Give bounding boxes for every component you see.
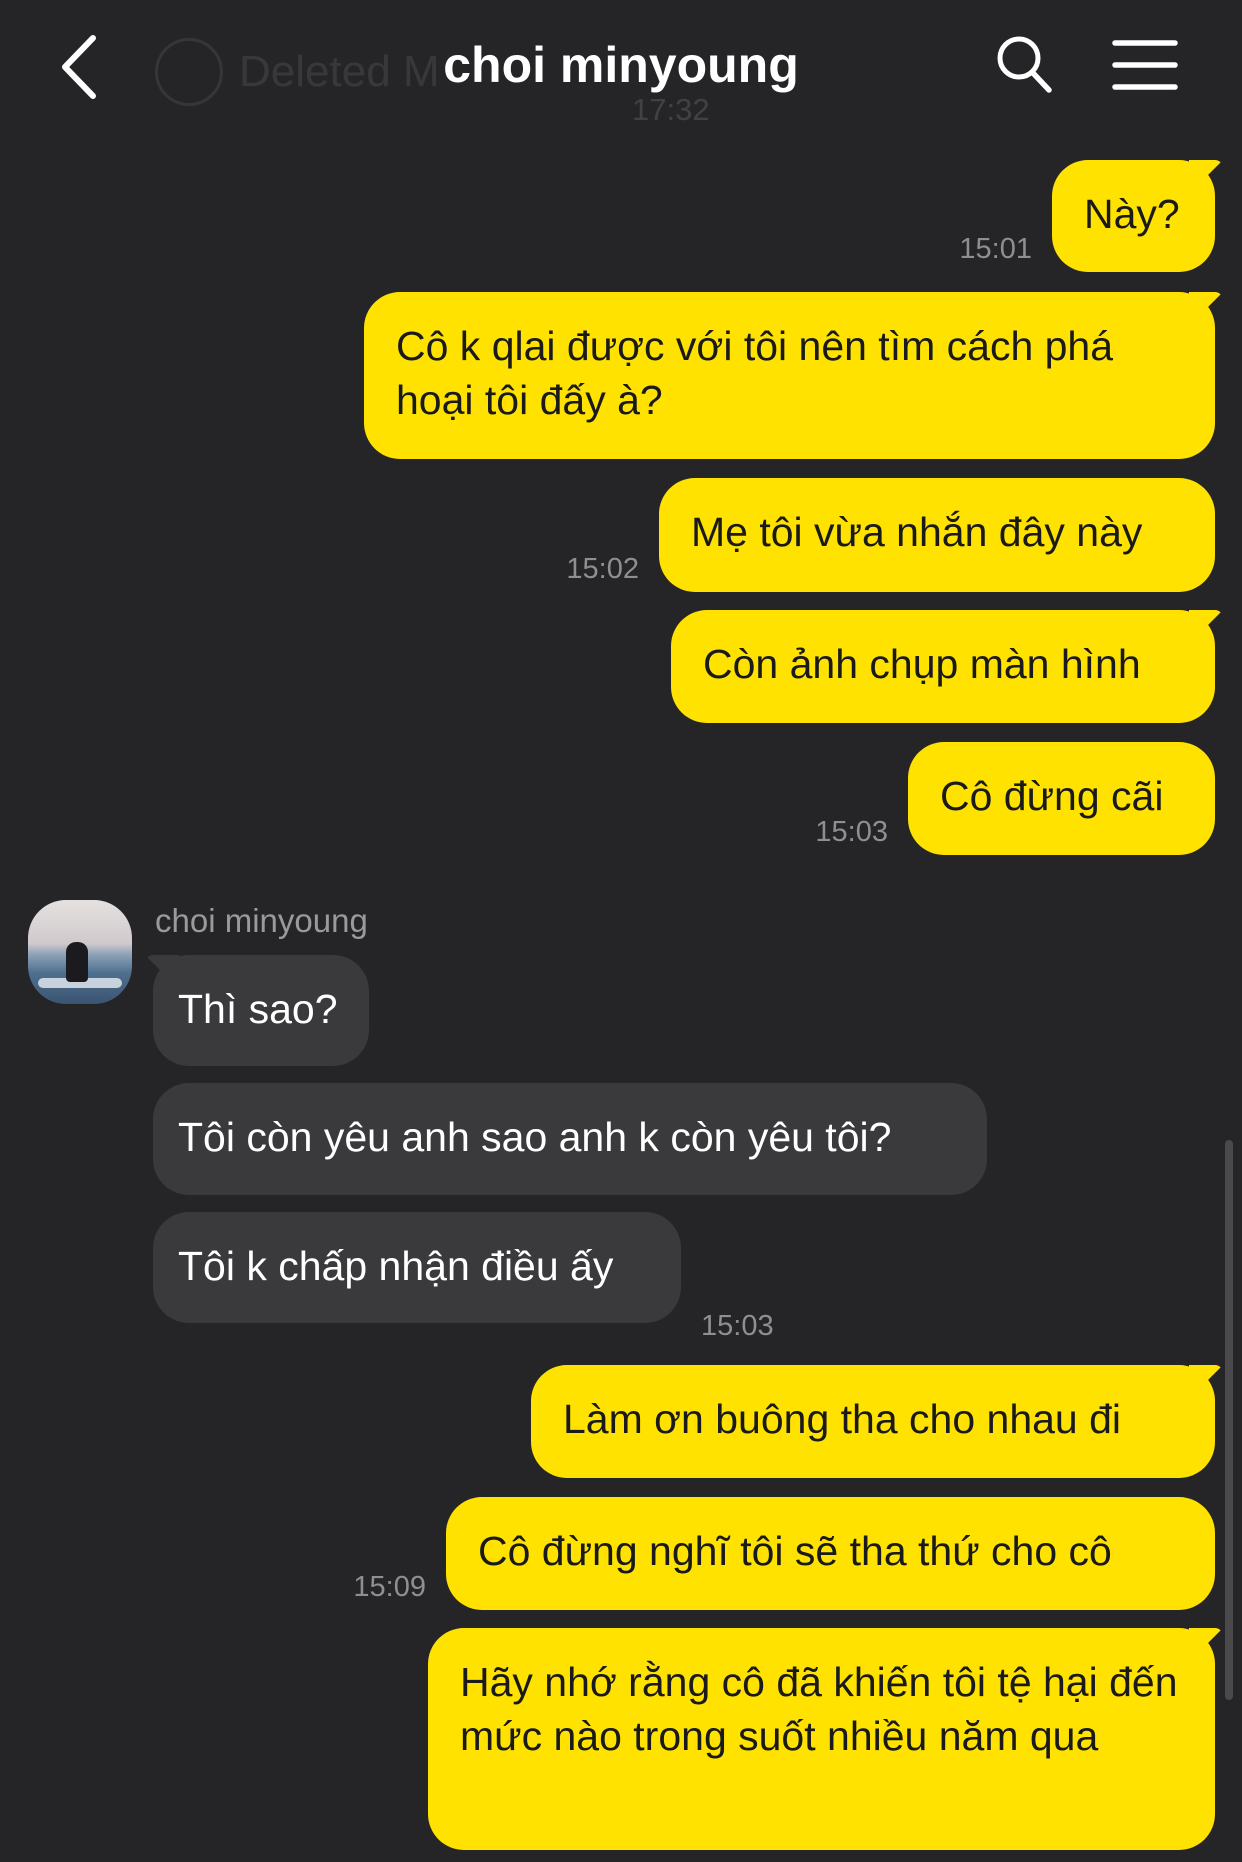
message-bubble-out[interactable]: Còn ảnh chụp màn hình	[671, 610, 1215, 723]
message-row-in: Thì sao?	[153, 955, 369, 1066]
message-time: 15:01	[959, 233, 1032, 265]
message-time: 15:02	[566, 553, 639, 585]
message-time: 15:03	[701, 1310, 774, 1342]
scrollbar[interactable]	[1225, 1140, 1233, 1700]
message-bubble-out[interactable]: Hãy nhớ rằng cô đã khiến tôi tệ hại đến …	[428, 1628, 1215, 1850]
message-time: 15:03	[815, 816, 888, 848]
message-bubble-out[interactable]: Cô đừng nghĩ tôi sẽ tha thứ cho cô	[446, 1497, 1215, 1610]
message-row-in: Tôi k chấp nhận điều ấy 15:03	[153, 1212, 794, 1342]
message-bubble-out[interactable]: Mẹ tôi vừa nhắn đây này	[659, 478, 1215, 592]
contact-avatar[interactable]	[28, 900, 132, 1004]
message-row-out: Còn ảnh chụp màn hình	[671, 610, 1215, 723]
message-row-in: Tôi còn yêu anh sao anh k còn yêu tôi?	[153, 1083, 987, 1195]
message-time: 15:09	[353, 1571, 426, 1603]
message-row-out: Hãy nhớ rằng cô đã khiến tôi tệ hại đến …	[428, 1628, 1215, 1850]
message-bubble-out[interactable]: Cô đừng cãi	[908, 742, 1215, 855]
avatar-photo-figure	[66, 942, 88, 982]
message-row-out: 15:09 Cô đừng nghĩ tôi sẽ tha thứ cho cô	[333, 1497, 1215, 1610]
message-bubble-out[interactable]: Làm ơn buông tha cho nhau đi	[531, 1365, 1215, 1478]
message-bubble-out[interactable]: Này?	[1052, 160, 1215, 272]
message-row-out: 15:03 Cô đừng cãi	[795, 742, 1215, 855]
message-row-out: Cô k qlai được với tôi nên tìm cách phá …	[364, 292, 1215, 459]
message-row-out: Làm ơn buông tha cho nhau đi	[531, 1365, 1215, 1478]
message-bubble-in[interactable]: Tôi k chấp nhận điều ấy	[153, 1212, 681, 1323]
message-bubble-out[interactable]: Cô k qlai được với tôi nên tìm cách phá …	[364, 292, 1215, 459]
message-row-out: 15:01 Này?	[939, 160, 1215, 272]
message-list[interactable]: 15:01 Này? Cô k qlai được với tôi nên tì…	[0, 0, 1242, 1862]
message-bubble-in[interactable]: Tôi còn yêu anh sao anh k còn yêu tôi?	[153, 1083, 987, 1195]
sender-name: choi minyoung	[155, 902, 368, 939]
message-row-out: 15:02 Mẹ tôi vừa nhắn đây này	[546, 478, 1215, 592]
message-bubble-in[interactable]: Thì sao?	[153, 955, 369, 1066]
